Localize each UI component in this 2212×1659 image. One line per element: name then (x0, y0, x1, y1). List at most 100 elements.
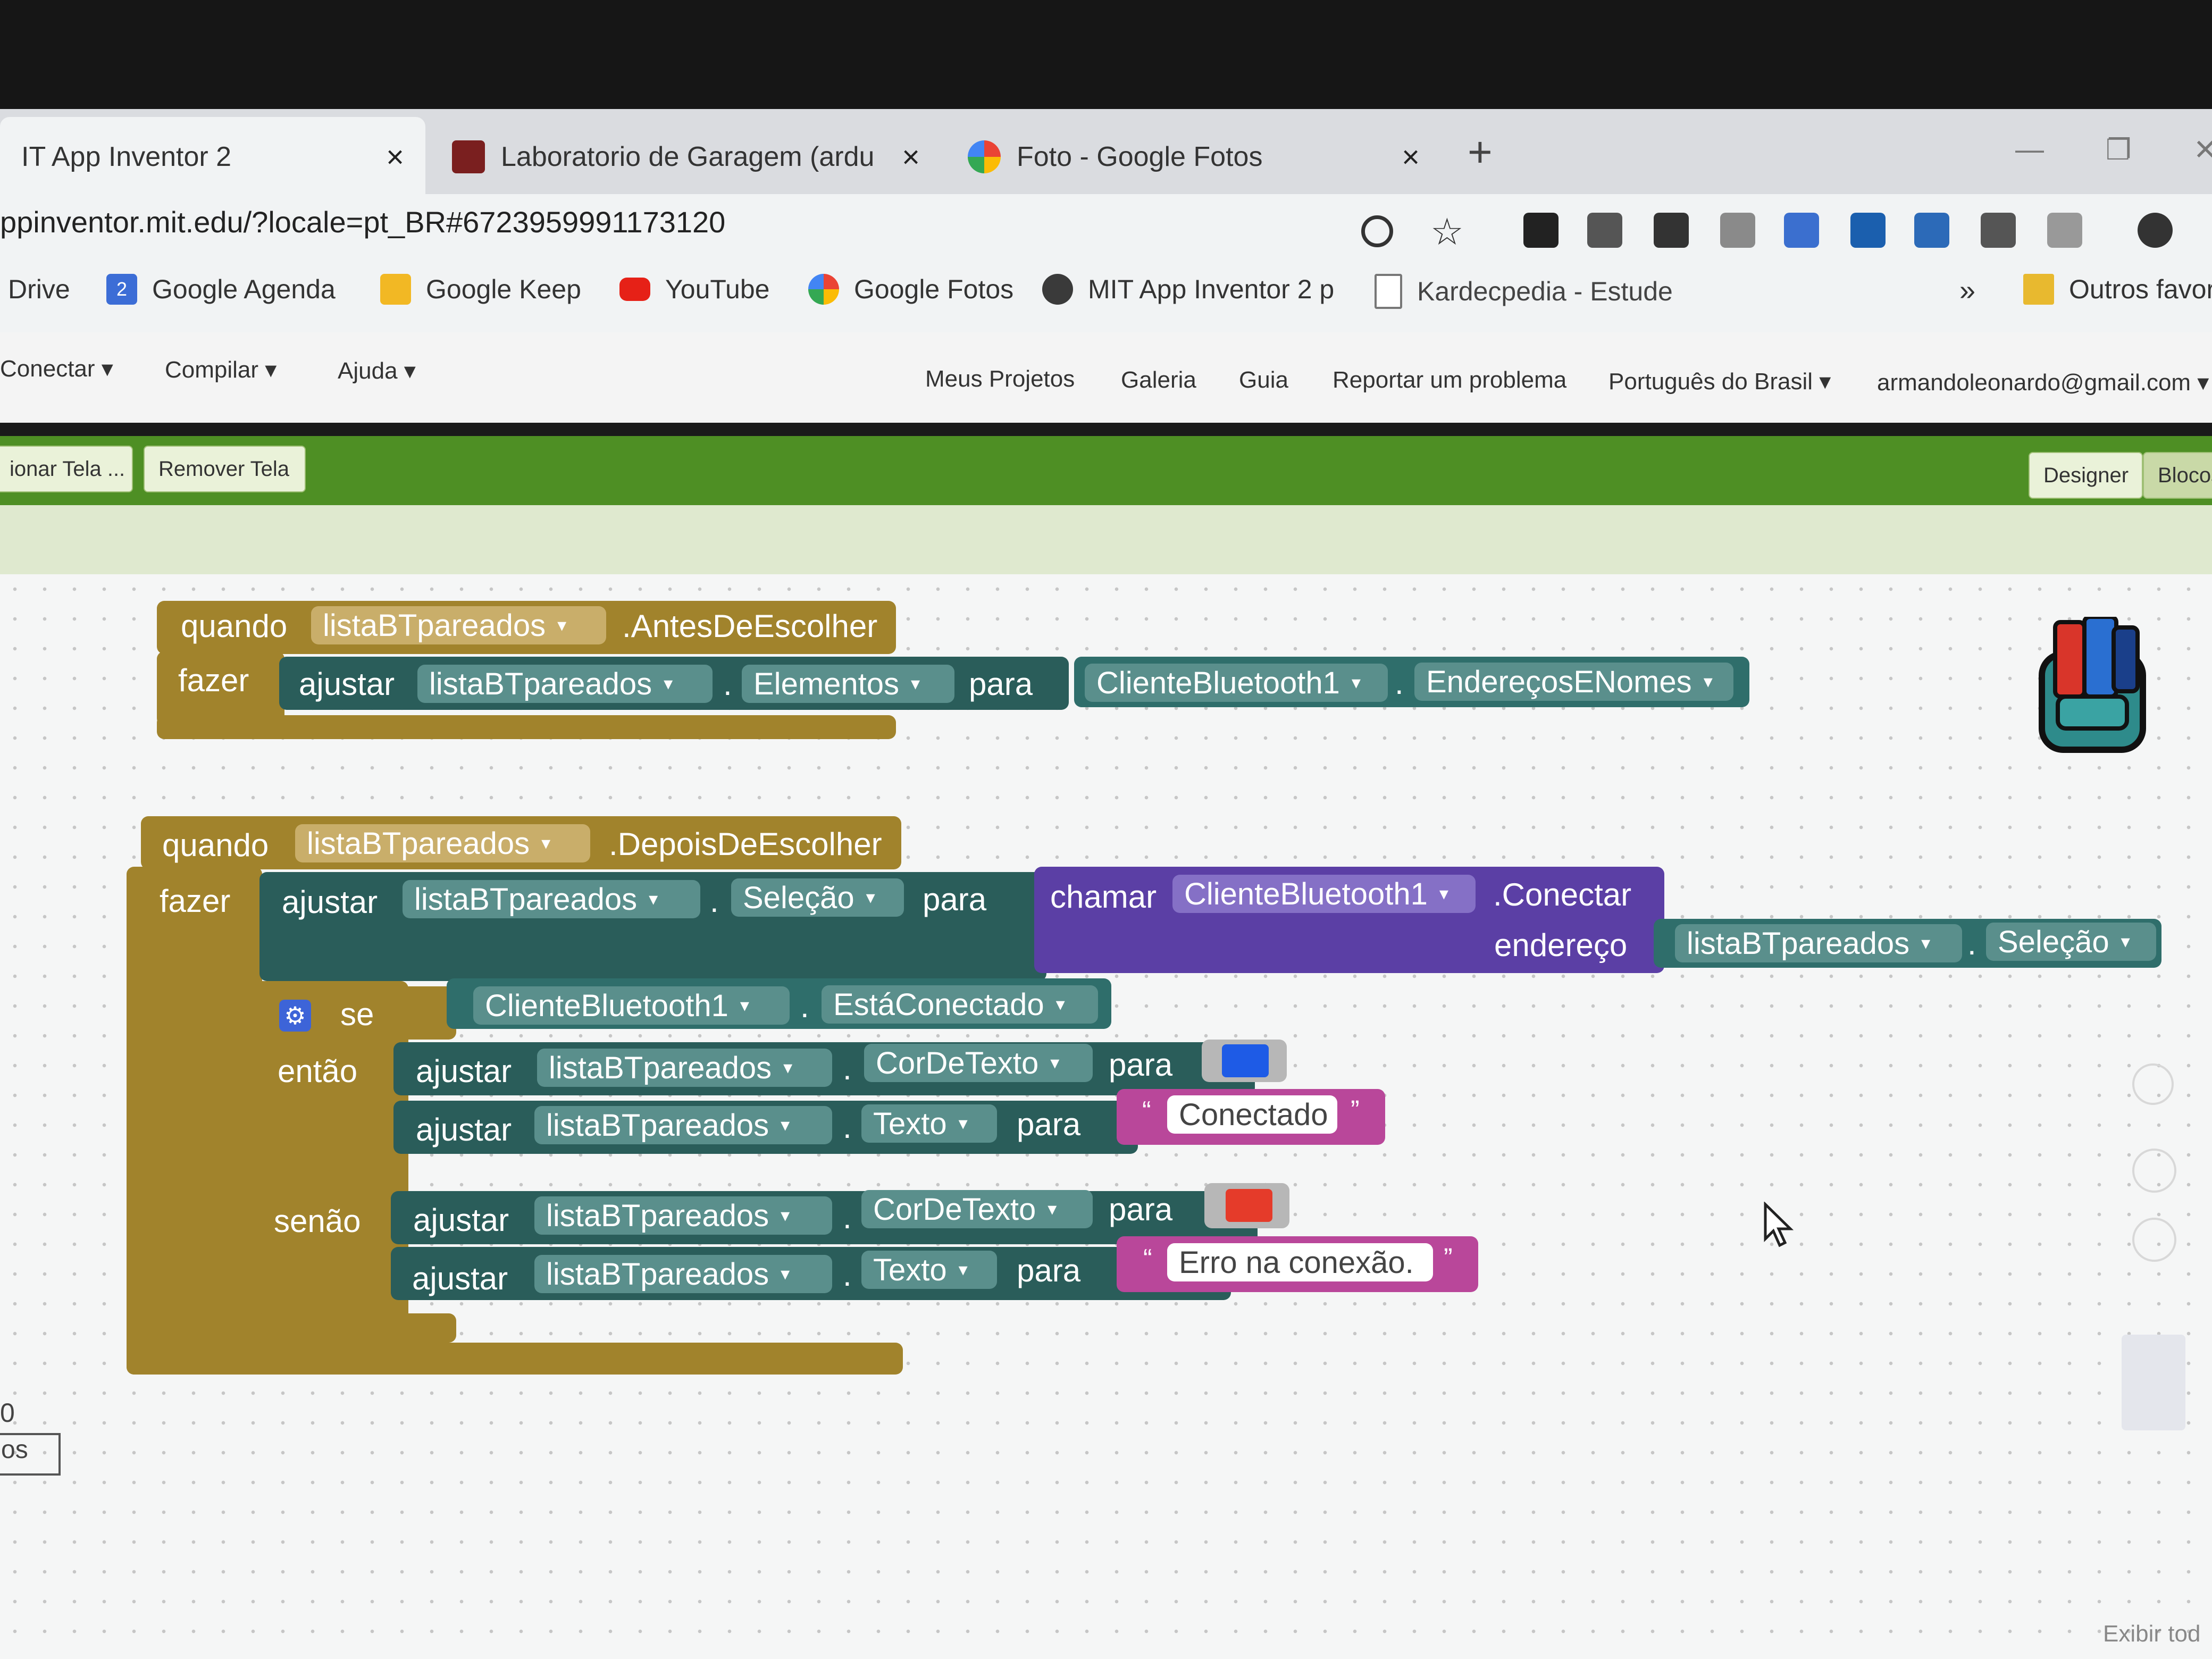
to-keyword: para (1017, 1253, 1081, 1288)
extension-icon[interactable] (1914, 213, 1949, 248)
do-keyword: fazer (178, 663, 249, 698)
partial-input[interactable]: os (0, 1433, 61, 1476)
tab-laboratorio[interactable]: Laboratorio de Garagem (arduino × (431, 117, 941, 197)
tab-google-fotos[interactable]: Foto - Google Fotos × (946, 117, 1441, 197)
component-dropdown[interactable]: listaBTpareados ▾ (537, 1049, 832, 1087)
if-keyword: se (340, 996, 374, 1032)
property-dropdown[interactable]: CorDeTexto ▾ (864, 1044, 1093, 1082)
set-keyword: ajustar (412, 1261, 508, 1296)
property-dropdown[interactable]: CorDeTexto ▾ (861, 1190, 1093, 1228)
property-dropdown[interactable]: EndereçosENomes ▾ (1414, 663, 1733, 701)
extension-icon[interactable] (1784, 213, 1819, 248)
exibir-todos-button[interactable]: Exibir tod (2103, 1621, 2200, 1647)
extension-icon[interactable] (1981, 213, 2016, 248)
bookmark-google-fotos[interactable]: Google Fotos (808, 274, 1013, 305)
component-dropdown[interactable]: listaBTpareados ▾ (311, 606, 606, 644)
tab-app-inventor[interactable]: IT App Inventor 2 × (0, 117, 425, 197)
set-keyword: ajustar (413, 1202, 509, 1238)
adicionar-tela-button[interactable]: ionar Tela ... (0, 446, 133, 492)
property-dropdown[interactable]: EstáConectado ▾ (822, 985, 1098, 1024)
site-favicon-icon (452, 140, 485, 173)
dot-separator: . (710, 883, 719, 919)
component-dropdown[interactable]: listaBTpareados ▾ (295, 824, 590, 862)
gear-icon[interactable]: ⚙ (279, 1000, 311, 1032)
designer-button[interactable]: Designer (2029, 452, 2143, 499)
zoom-in-icon[interactable] (2132, 1149, 2176, 1193)
close-icon[interactable]: × (1402, 139, 1420, 175)
bookmark-label: Google Agenda (152, 274, 336, 304)
extension-icon[interactable] (1654, 213, 1689, 248)
menu-ajuda[interactable]: Ajuda ▾ (338, 357, 416, 384)
extension-icon[interactable] (1720, 213, 1755, 248)
menu-conectar[interactable]: Conectar ▾ (0, 355, 113, 382)
youtube-icon (619, 278, 650, 301)
text-value[interactable]: Erro na conexão. (1167, 1243, 1433, 1281)
remover-tela-button[interactable]: Remover Tela (144, 446, 306, 492)
menu-galeria[interactable]: Galeria (1121, 367, 1196, 393)
dot-separator: . (843, 1051, 852, 1086)
menu-guia[interactable]: Guia (1239, 367, 1288, 393)
component-dropdown[interactable]: listaBTpareados ▾ (534, 1106, 832, 1144)
restore-icon[interactable]: ❐ (2106, 133, 2131, 166)
profile-avatar-icon[interactable] (2138, 213, 2173, 248)
component-dropdown[interactable]: ClienteBluetooth1 ▾ (1172, 875, 1476, 913)
backpack-icon[interactable] (2026, 615, 2159, 760)
property-dropdown[interactable]: Seleção ▾ (731, 878, 904, 917)
component-dropdown[interactable]: listaBTpareados ▾ (534, 1255, 832, 1293)
bookmark-google-agenda[interactable]: 2 Google Agenda (106, 274, 336, 305)
property-dropdown[interactable]: Texto ▾ (861, 1104, 997, 1143)
component-dropdown[interactable]: listaBTpareados ▾ (417, 665, 713, 703)
bookmark-youtube[interactable]: YouTube (619, 274, 769, 305)
to-keyword: para (969, 666, 1033, 702)
bookmark-mit-app-inventor[interactable]: MIT App Inventor 2 p (1042, 274, 1334, 305)
zoom-icon[interactable] (1361, 215, 1393, 247)
component-dropdown[interactable]: listaBTpareados ▾ (1675, 924, 1962, 962)
extension-icon[interactable] (2047, 213, 2082, 248)
text-value[interactable]: Conectado (1167, 1095, 1337, 1134)
url-input[interactable]: ppinventor.mit.edu/?locale=pt_BR#6723959… (0, 205, 725, 239)
dot-separator: . (843, 1200, 852, 1235)
property-dropdown[interactable]: Seleção ▾ (1986, 923, 2156, 961)
minimize-icon[interactable]: — (2015, 133, 2044, 166)
bookmark-google-keep[interactable]: Google Keep (380, 274, 581, 305)
trash-icon[interactable] (2122, 1335, 2185, 1430)
event-name: .DepoisDeEscolher (609, 826, 882, 862)
center-icon[interactable] (2132, 1063, 2174, 1105)
component-dropdown[interactable]: listaBTpareados ▾ (534, 1196, 832, 1235)
tab-strip: IT App Inventor 2 × Laboratorio de Garag… (0, 109, 2212, 197)
bookmark-drive[interactable]: Drive (8, 274, 70, 305)
close-icon[interactable]: × (386, 139, 404, 175)
star-icon[interactable]: ☆ (1430, 210, 1464, 254)
close-window-icon[interactable]: ✕ (2193, 133, 2212, 166)
bookmarks-more-button[interactable]: » (1959, 274, 1975, 307)
menu-conta[interactable]: armandoleonardo@gmail.com ▾ (1877, 369, 2209, 396)
blocos-button[interactable]: Blocos (2143, 452, 2212, 499)
extension-icon[interactable] (1587, 213, 1622, 248)
when-keyword: quando (181, 608, 288, 644)
extension-icon[interactable] (1850, 213, 1886, 248)
extension-icon[interactable] (1523, 213, 1559, 248)
component-dropdown[interactable]: ClienteBluetooth1 ▾ (1085, 664, 1388, 702)
zoom-out-icon[interactable] (2132, 1218, 2176, 1262)
bookmark-kardecpedia[interactable]: Kardecpedia - Estude (1375, 274, 1673, 309)
close-icon[interactable]: × (902, 139, 920, 175)
screen-toolbar (0, 436, 2212, 505)
color-swatch-red[interactable] (1226, 1189, 1272, 1222)
menu-meus-projetos[interactable]: Meus Projetos (925, 366, 1075, 392)
new-tab-button[interactable]: + (1468, 128, 1493, 177)
property-dropdown[interactable]: Texto ▾ (861, 1251, 997, 1289)
bookmark-label: Kardecpedia - Estude (1417, 276, 1673, 306)
mouse-cursor-icon (1763, 1201, 1795, 1252)
color-swatch-blue[interactable] (1222, 1044, 1269, 1077)
component-dropdown[interactable]: listaBTpareados ▾ (403, 880, 700, 918)
other-bookmarks-folder[interactable]: Outros favorit (2023, 274, 2212, 305)
to-keyword: para (1109, 1192, 1173, 1227)
menu-idioma[interactable]: Português do Brasil ▾ (1608, 368, 1831, 395)
set-keyword: ajustar (416, 1053, 512, 1089)
google-photos-icon (968, 140, 1001, 173)
menu-reportar-problema[interactable]: Reportar um problema (1333, 367, 1566, 393)
property-dropdown[interactable]: Elementos ▾ (742, 665, 954, 703)
method-name: .Conectar (1493, 877, 1632, 912)
menu-compilar[interactable]: Compilar ▾ (165, 356, 276, 383)
component-dropdown[interactable]: ClienteBluetooth1 ▾ (473, 986, 790, 1025)
